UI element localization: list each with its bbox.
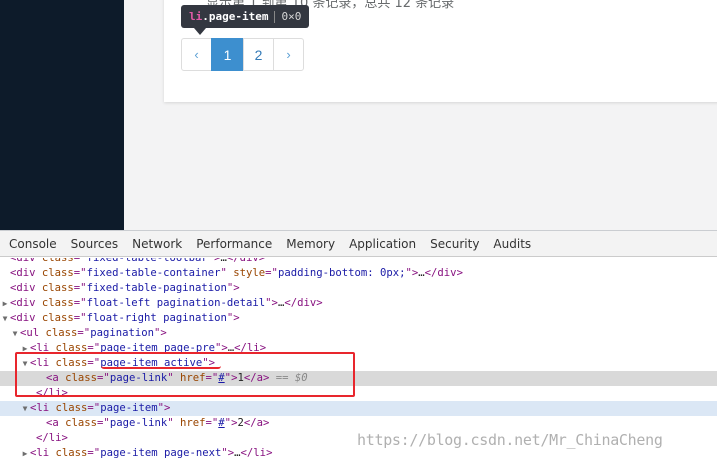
tab-network[interactable]: Network: [125, 231, 189, 257]
expand-triangle-icon[interactable]: ▼: [0, 311, 10, 326]
devtools-panel: Console Sources Network Performance Memo…: [0, 230, 717, 462]
dom-node-line[interactable]: ▼ <div class="float-right pagination">: [0, 311, 717, 326]
tooltip-class: .page-item: [202, 10, 269, 23]
dom-node-line[interactable]: ▼ <li class="page-item">: [0, 401, 717, 416]
pagination: ‹ 1 2 ›: [181, 38, 304, 71]
tab-performance[interactable]: Performance: [189, 231, 279, 257]
tab-audits[interactable]: Audits: [486, 231, 538, 257]
expand-triangle-icon[interactable]: ▼: [20, 401, 30, 416]
tab-console[interactable]: Console: [2, 231, 64, 257]
collapse-triangle-icon[interactable]: ▶: [20, 446, 30, 461]
page-2-button[interactable]: 2: [243, 38, 274, 71]
annotation-red-box: [15, 352, 355, 397]
dom-node-line[interactable]: ▶ <div class="float-left pagination-detai…: [0, 296, 717, 311]
collapse-triangle-icon[interactable]: ▶: [0, 296, 10, 311]
tooltip-arrow: [194, 28, 206, 35]
annotation-red-underline: [101, 366, 221, 369]
dom-node-markup: <li class="page-item">: [30, 402, 171, 414]
tooltip-dimensions: 0×0: [281, 10, 302, 23]
tooltip-tag: li: [189, 10, 203, 23]
dom-node-markup: <div class="float-right pagination">: [10, 312, 240, 324]
dom-node-line[interactable]: <div class="fixed-table-container" style…: [0, 266, 717, 281]
tab-security[interactable]: Security: [423, 231, 486, 257]
dom-node-line[interactable]: ▼ <ul class="pagination">: [0, 326, 717, 341]
tab-memory[interactable]: Memory: [279, 231, 342, 257]
chevron-right-icon: ›: [286, 47, 291, 62]
tooltip-separator: [274, 10, 276, 23]
tab-sources[interactable]: Sources: [64, 231, 125, 257]
dom-node-line[interactable]: <a class="page-link" href="#">2</a>: [0, 416, 717, 431]
page-viewport: 显示第 1 到第 10 条记录，总共 12 条记录 li.page-item 0…: [0, 0, 717, 230]
tab-application[interactable]: Application: [342, 231, 423, 257]
prev-page-button[interactable]: ‹: [181, 38, 212, 71]
dom-node-markup: <li class="page-item page-next">…</li>: [30, 447, 273, 459]
dom-node-markup: <div class="fixed-table-container" style…: [10, 267, 463, 279]
watermark: https://blog.csdn.net/Mr_ChinaCheng: [357, 431, 663, 449]
element-inspect-tooltip: li.page-item 0×0: [181, 5, 310, 28]
devtools-tabbar: Console Sources Network Performance Memo…: [0, 231, 717, 257]
dom-node-markup: </li>: [36, 432, 68, 444]
sidebar: [0, 0, 124, 230]
next-page-button[interactable]: ›: [273, 38, 304, 71]
dom-node-markup: <div class="fixed-table-pagination">: [10, 282, 240, 294]
dom-node-markup: <div class="fixed-table-toolbar">…</div>: [10, 258, 266, 264]
page-1-button[interactable]: 1: [211, 38, 244, 71]
expand-triangle-icon[interactable]: ▼: [10, 326, 20, 341]
dom-node-markup: <a class="page-link" href="#">2</a>: [46, 417, 270, 429]
dom-node-line[interactable]: <div class="fixed-table-pagination">: [0, 281, 717, 296]
chevron-left-icon: ‹: [194, 47, 199, 62]
dom-node-markup: <div class="float-left pagination-detail…: [10, 297, 323, 309]
dom-node-line[interactable]: <div class="fixed-table-toolbar">…</div>: [0, 258, 717, 266]
dom-node-markup: <ul class="pagination">: [20, 327, 167, 339]
